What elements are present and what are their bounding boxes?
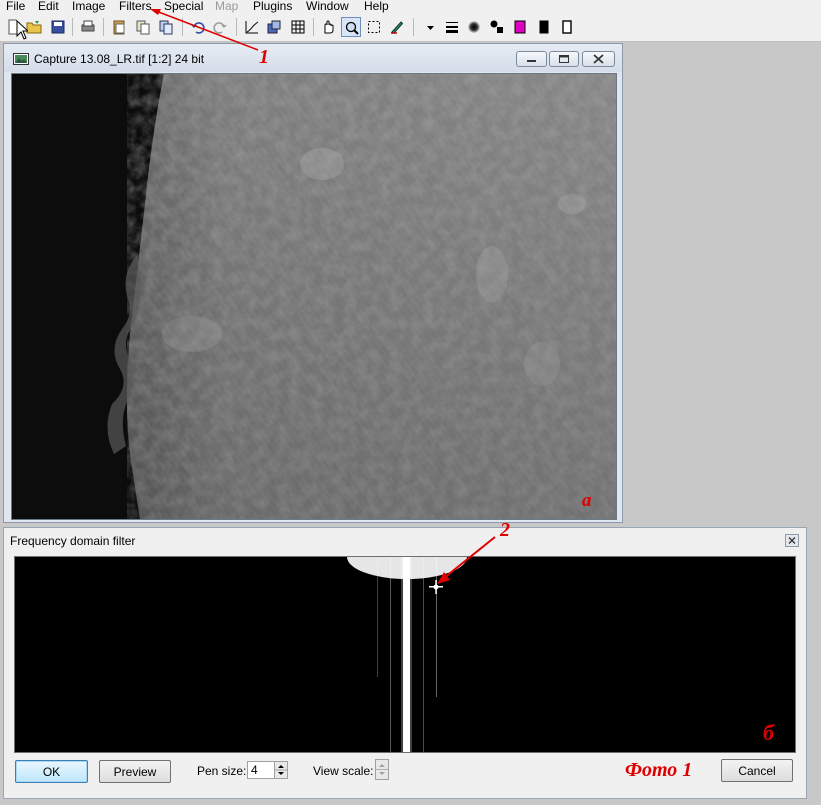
spinner-arrows-icon <box>376 764 388 775</box>
foreground-color-swatch[interactable] <box>510 17 530 37</box>
grid-icon[interactable] <box>288 17 308 37</box>
image-annotation-label: а <box>582 490 592 511</box>
frequency-filter-dialog: Frequency domain filter б OK Preview Pen… <box>3 527 807 799</box>
pen-size-spinner[interactable] <box>274 761 288 779</box>
magnifier-icon[interactable] <box>341 17 361 37</box>
menu-filters[interactable]: Filters <box>119 0 152 13</box>
frequency-spectrum <box>15 557 795 752</box>
photo-caption: Фото 1 <box>625 759 693 781</box>
dropdown-arrow-icon[interactable] <box>420 17 440 37</box>
spectrum-annotation-label: б <box>763 720 774 745</box>
menu-window[interactable]: Window <box>306 0 349 13</box>
mouse-cursor-icon <box>16 20 28 40</box>
white-color-swatch[interactable] <box>557 17 577 37</box>
curves-icon[interactable] <box>242 17 262 37</box>
color-swap-icon[interactable] <box>487 17 507 37</box>
minimize-icon <box>527 60 536 62</box>
maximize-icon <box>559 55 569 63</box>
image-window-title: Capture 13.08_LR.tif [1:2] 24 bit <box>34 52 205 66</box>
close-button[interactable] <box>582 51 615 67</box>
image-file-icon <box>13 53 29 65</box>
cancel-button[interactable]: Cancel <box>721 759 793 782</box>
close-icon <box>788 537 796 544</box>
maximize-button[interactable] <box>549 51 579 67</box>
copy-icon[interactable] <box>133 17 153 37</box>
pen-size-input[interactable]: 4 <box>247 761 275 779</box>
pen-icon[interactable] <box>387 17 407 37</box>
pen-size-label: Pen size: <box>197 764 247 778</box>
arrow-1-label: 1 <box>259 46 269 68</box>
minimize-button[interactable] <box>516 51 547 67</box>
menu-help[interactable]: Help <box>364 0 389 13</box>
dialog-title: Frequency domain filter <box>10 534 136 548</box>
menu-image[interactable]: Image <box>72 0 105 13</box>
menu-edit[interactable]: Edit <box>38 0 59 13</box>
solar-image-canvas[interactable] <box>11 73 617 520</box>
image-window: Capture 13.08_LR.tif [1:2] 24 bit а <box>3 43 623 523</box>
close-icon <box>593 54 604 64</box>
brush-icon[interactable] <box>464 17 484 37</box>
paste-icon[interactable] <box>109 17 129 37</box>
menu-map: Map <box>215 0 239 13</box>
menu-file[interactable]: File <box>6 0 25 13</box>
ok-button[interactable]: OK <box>15 760 88 783</box>
copy-merged-icon[interactable] <box>156 17 176 37</box>
preview-button[interactable]: Preview <box>99 760 171 783</box>
image-window-titlebar[interactable]: Capture 13.08_LR.tif [1:2] 24 bit <box>4 44 622 72</box>
menu-bar: File Edit Image Filters Special Map Plug… <box>0 0 821 14</box>
selection-icon[interactable] <box>364 17 384 37</box>
frequency-spectrum-canvas[interactable] <box>14 556 796 753</box>
black-color-swatch[interactable] <box>534 17 554 37</box>
view-scale-spinner[interactable] <box>375 759 389 780</box>
menu-special[interactable]: Special <box>164 0 203 13</box>
spinner-arrows-icon <box>275 765 287 775</box>
hand-icon[interactable] <box>318 17 338 37</box>
redo-icon <box>210 17 230 37</box>
view-scale-label: View scale: <box>313 764 374 778</box>
print-icon[interactable] <box>78 17 98 37</box>
toolbar <box>0 14 821 42</box>
undo-icon[interactable] <box>188 17 208 37</box>
resize-icon[interactable] <box>264 17 284 37</box>
save-disk-icon[interactable] <box>48 17 68 37</box>
arrow-2-label: 2 <box>500 519 510 541</box>
dialog-close-button[interactable] <box>785 534 799 547</box>
menu-plugins[interactable]: Plugins <box>253 0 292 13</box>
line-width-icon[interactable] <box>442 17 462 37</box>
solar-image <box>12 74 616 519</box>
